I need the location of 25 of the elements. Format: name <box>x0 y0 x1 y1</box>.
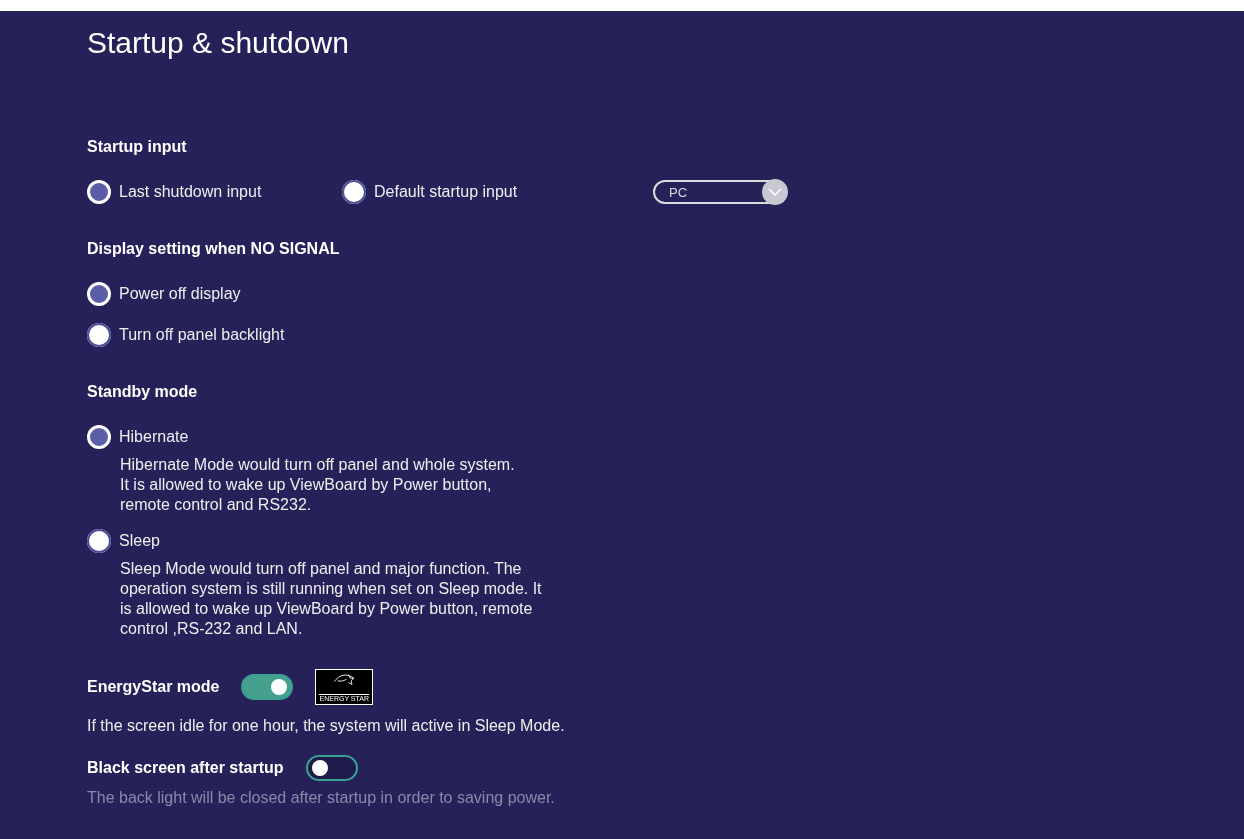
radio-button[interactable] <box>87 282 111 306</box>
radio-button[interactable] <box>87 323 111 347</box>
option-description: Hibernate Mode would turn off panel and whole system. It is allowed to wake up ViewBoard by Power button, remote control and RS232. <box>120 455 516 515</box>
radio-label[interactable]: Last shutdown input <box>119 183 262 201</box>
radio-label[interactable]: Turn off panel backlight <box>119 326 285 344</box>
toggle-label: Black screen after startup <box>87 759 284 777</box>
toggle-switch[interactable] <box>241 674 294 700</box>
radio-button[interactable] <box>342 180 366 204</box>
chevron-down-icon <box>762 179 788 205</box>
input-dropdown[interactable]: PC <box>653 180 787 204</box>
radio-button[interactable] <box>87 425 111 449</box>
option-description: Sleep Mode would turn off panel and major function. The operation system is still running when set on Sleep mode. It is allowed to wake up ViewBoard by Power button, remote control ,RS-232 and LAN. <box>120 559 543 639</box>
page-title: Startup & shutdown <box>87 25 350 61</box>
radio-label[interactable]: Default startup input <box>374 183 518 201</box>
radio-button[interactable] <box>87 180 111 204</box>
section-heading: Standby mode <box>87 383 199 401</box>
radio-label[interactable]: Power off display <box>119 285 241 303</box>
section-heading: Display setting when NO SIGNAL <box>87 240 341 258</box>
toggle-description: If the screen idle for one hour, the system will active in Sleep Mode. <box>87 717 566 735</box>
radio-label[interactable]: Sleep <box>119 532 160 550</box>
toggle-description: The back light will be closed after startup in order to saving power. <box>87 789 556 807</box>
radio-label[interactable]: Hibernate <box>119 428 189 446</box>
section-heading: Startup input <box>87 138 188 156</box>
toggle-label: EnergyStar mode <box>87 678 220 696</box>
radio-button[interactable] <box>87 529 111 553</box>
